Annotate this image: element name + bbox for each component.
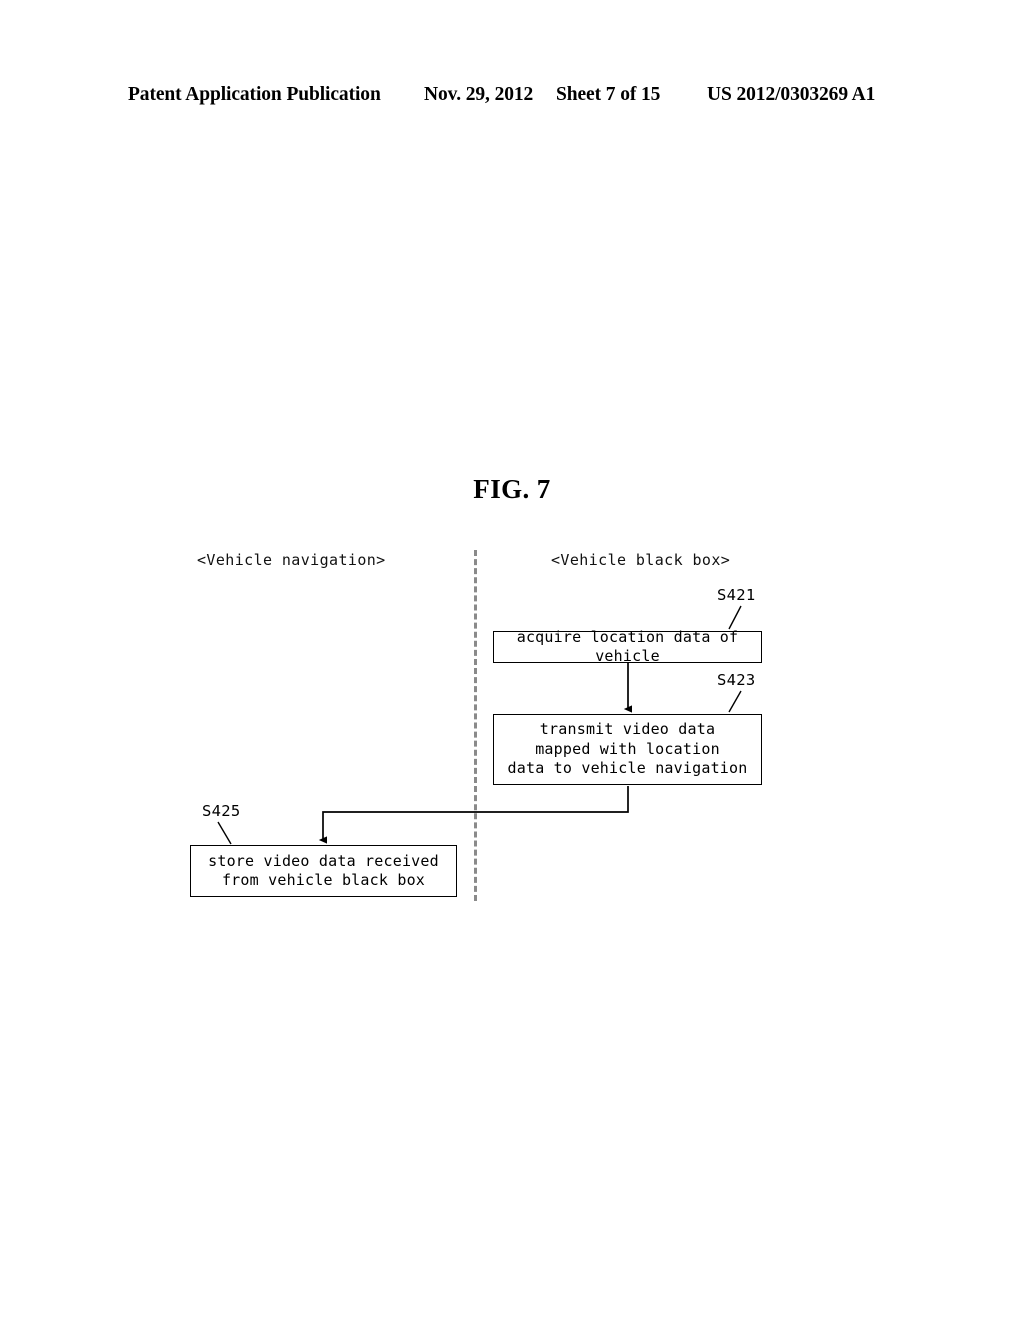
step-reference-s425: S425 (202, 802, 241, 820)
leader-line-s423 (728, 690, 742, 713)
step-reference-s421: S421 (717, 586, 756, 604)
process-box-s421: acquire location data of vehicle (493, 628, 762, 665)
process-box-s425: store video data received from vehicle b… (190, 845, 457, 897)
leader-line-s421 (728, 605, 742, 630)
process-box-s423: transmit video data mapped with location… (493, 714, 762, 785)
leader-line-s425 (217, 821, 232, 845)
swimlane-divider (474, 550, 477, 901)
swimlane-label-vehicle-black-box: <Vehicle black box> (551, 551, 731, 569)
swimlane-label-vehicle-navigation: <Vehicle navigation> (197, 551, 386, 569)
flowchart-diagram: <Vehicle navigation> <Vehicle black box>… (0, 0, 1024, 1320)
step-reference-s423: S423 (717, 671, 756, 689)
